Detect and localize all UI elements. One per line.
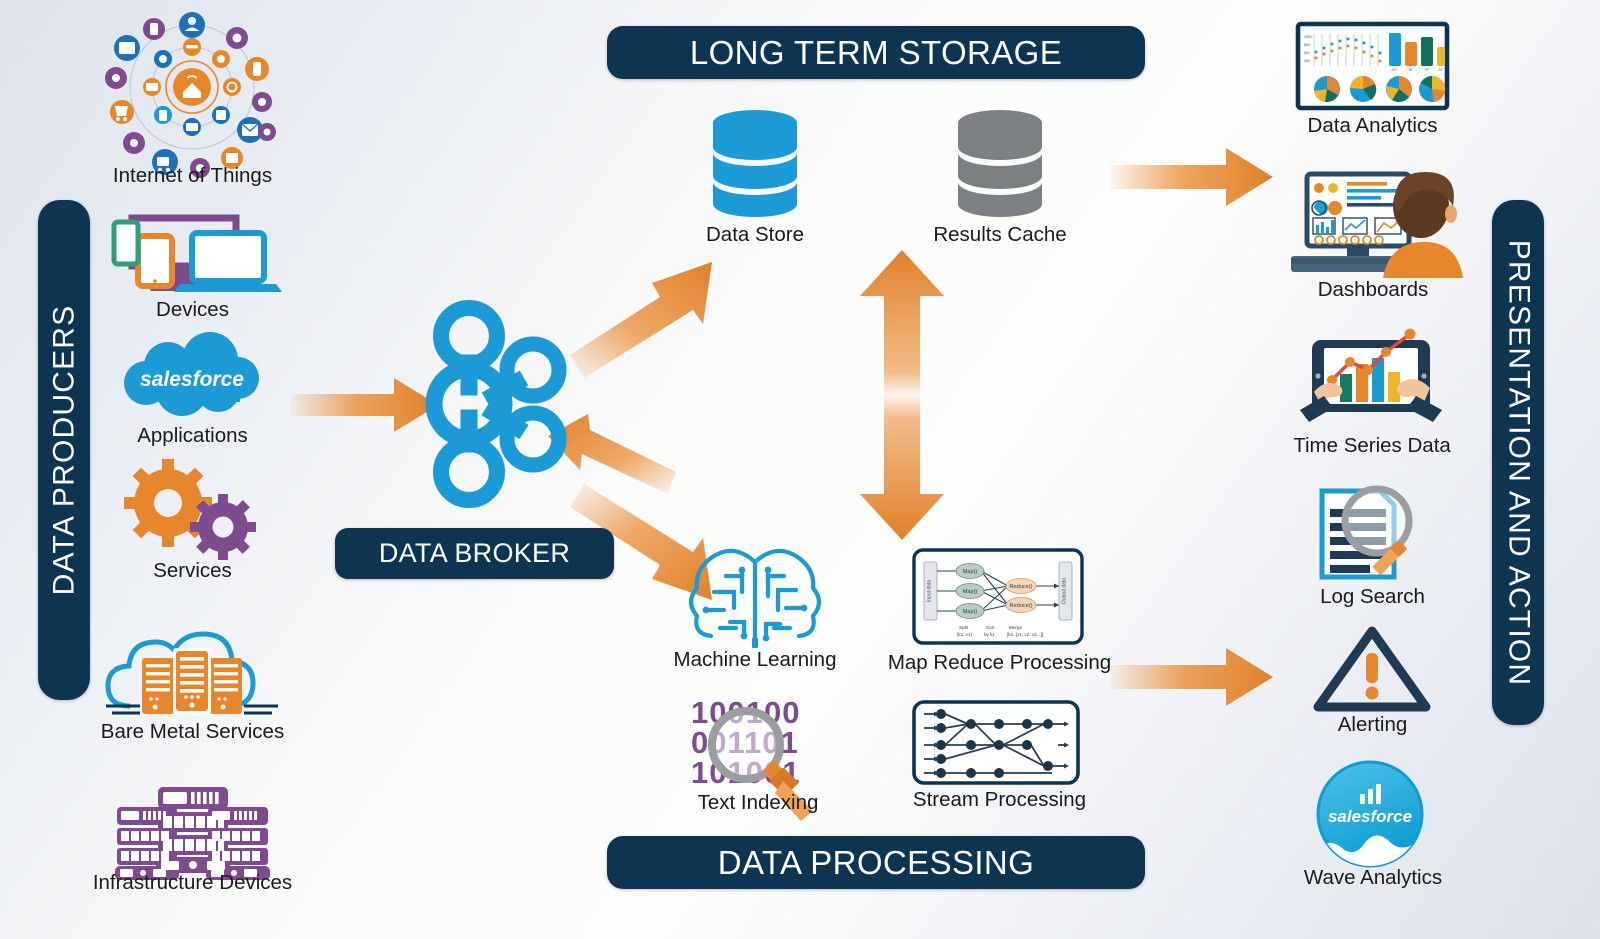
banner-data-processing: DATA PROCESSING — [607, 836, 1145, 889]
producer-infrastructure-devices-label: Infrastructure Devices — [92, 871, 293, 894]
presentation-wave-analytics: salesforce Wave Analytics — [1304, 760, 1442, 890]
presentation-log-search: Log Search — [1300, 485, 1445, 610]
diagram-canvas: DATA PRODUCERS PRESENTATION AND ACTION L… — [0, 0, 1600, 939]
producer-applications-label: Applications — [137, 424, 248, 447]
kafka-hub-icon — [425, 300, 567, 508]
presentation-log-search-label: Log Search — [1320, 585, 1425, 608]
producer-services-label: Services — [153, 559, 232, 582]
analytics-dashboard-icon: 1000 800 600 400 67° 36° 79° 24° — [1295, 21, 1450, 111]
arrow-storage-to-presentation — [1110, 148, 1273, 206]
presentation-data-analytics-label: Data Analytics — [1307, 114, 1438, 137]
presentation-time-series-data: Time Series Data — [1288, 328, 1456, 463]
band-presentation-and-action: PRESENTATION AND ACTION — [1492, 200, 1544, 725]
banner-data-processing-label: DATA PROCESSING — [717, 843, 1035, 881]
svg-text:79°: 79° — [1424, 68, 1430, 72]
processing-machine-learning-label: Machine Learning — [673, 648, 837, 671]
processing-machine-learning: Machine Learning — [674, 540, 836, 685]
presentation-dashboards: Dashboards — [1283, 170, 1463, 305]
map-reduce-stage-sort: Sort — [986, 625, 995, 630]
server-rack-icon — [115, 787, 270, 880]
data-broker-label: DATA BROKER — [378, 538, 571, 568]
map-reduce-output-label: Output data — [1062, 578, 1068, 604]
producer-services: Services — [110, 459, 275, 590]
map-reduce-diagram-icon: Input data Output data Map() Map() Map()… — [912, 548, 1084, 645]
svg-text:67°: 67° — [1392, 68, 1398, 72]
data-broker-node — [420, 300, 570, 508]
map-reduce-stage-split: Split — [959, 625, 969, 630]
arrow-processing-to-presentation — [1110, 648, 1273, 706]
presentation-dashboards-label: Dashboards — [1317, 278, 1429, 301]
producer-bare-metal-services-label: Bare Metal Services — [100, 720, 285, 743]
processing-map-reduce-label: Map Reduce Processing — [887, 651, 1112, 674]
presentation-alerting-label: Alerting — [1337, 713, 1408, 736]
producer-bare-metal-services: Bare Metal Services — [100, 620, 285, 750]
map-node-3-label: Map() — [963, 609, 978, 615]
band-presentation-and-action-label: PRESENTATION AND ACTION — [1502, 239, 1536, 686]
processing-map-reduce: Input data Output data Map() Map() Map()… — [888, 548, 1111, 688]
reduce-node-2-label: Reduce() — [1009, 603, 1032, 609]
salesforce-wordmark: salesforce — [1328, 807, 1412, 826]
producer-devices: Devices — [110, 210, 282, 325]
stream-dag-icon — [912, 700, 1080, 785]
binary-magnifier-icon: 100100 001101 101001 — [691, 695, 813, 821]
arrow-broker-to-storage — [570, 262, 712, 378]
presentation-time-series-data-label: Time Series Data — [1293, 434, 1451, 457]
band-data-producers: DATA PRODUCERS — [38, 200, 90, 700]
map-node-1-label: Map() — [963, 569, 978, 575]
gears-icon — [124, 459, 256, 560]
document-magnifier-icon — [1319, 485, 1413, 580]
producer-internet-of-things: Internet of Things — [105, 12, 276, 202]
banner-long-term-storage: LONG TERM STORAGE — [607, 26, 1145, 79]
map-reduce-sub-sort: by k1 — [984, 632, 995, 637]
salesforce-wordmark: salesforce — [140, 368, 244, 391]
storage-results-cache-label: Results Cache — [933, 223, 1067, 246]
producer-infrastructure-devices: Infrastructure Devices — [92, 785, 293, 905]
devices-icon — [111, 214, 282, 292]
warning-triangle-icon — [1313, 626, 1431, 712]
svg-text:600: 600 — [1304, 51, 1310, 55]
band-data-producers-label: DATA PRODUCERS — [47, 304, 81, 596]
svg-text:800: 800 — [1304, 43, 1310, 47]
circuit-brain-icon — [688, 548, 822, 648]
salesforce-wave-icon: salesforce — [1316, 760, 1424, 868]
storage-data-store: Data Store — [680, 105, 830, 250]
arrow-producers-to-broker — [290, 378, 438, 432]
svg-text:1000: 1000 — [1304, 35, 1312, 39]
storage-results-cache: Results Cache — [925, 105, 1075, 250]
map-reduce-stage-merge: Merge — [1009, 625, 1022, 630]
processing-stream-processing: Stream Processing — [912, 700, 1087, 830]
tablet-chart-hands-icon — [1300, 328, 1442, 422]
map-reduce-input-label: Input data — [927, 580, 933, 602]
arrow-storage-processing-bidirectional — [860, 250, 944, 540]
svg-text:24°: 24° — [1438, 68, 1444, 72]
reduce-node-1-label: Reduce() — [1009, 584, 1032, 590]
cloud-servers-icon — [105, 631, 278, 715]
producer-devices-label: Devices — [156, 298, 229, 321]
producer-applications: salesforce Applications — [110, 332, 275, 456]
person-at-monitor-icon — [1291, 171, 1463, 278]
producer-internet-of-things-label: Internet of Things — [112, 164, 273, 187]
map-reduce-sub-merge: [k1, [v1, v2, v3...]] — [1007, 632, 1043, 637]
database-cylinder-icon — [713, 110, 797, 217]
data-broker-label-pill: DATA BROKER — [335, 528, 614, 579]
map-reduce-sub-split: [k1, v1] — [957, 632, 972, 637]
database-cylinder-icon — [958, 110, 1042, 217]
processing-text-indexing-label: Text Indexing — [697, 791, 819, 814]
presentation-wave-analytics-label: Wave Analytics — [1303, 866, 1443, 889]
banner-long-term-storage-label: LONG TERM STORAGE — [689, 33, 1063, 71]
processing-stream-processing-label: Stream Processing — [912, 788, 1087, 811]
map-node-2-label: Map() — [963, 589, 978, 595]
presentation-alerting: Alerting — [1310, 625, 1435, 745]
salesforce-cloud-icon: salesforce — [124, 332, 259, 416]
processing-text-indexing: 100100 001101 101001 Text Indexing — [683, 695, 833, 825]
iot-network-icon — [105, 12, 276, 178]
svg-text:400: 400 — [1304, 59, 1310, 63]
presentation-data-analytics: 1000 800 600 400 67° 36° 79° 24° Data An… — [1290, 21, 1455, 142]
storage-data-store-label: Data Store — [706, 223, 804, 246]
svg-text:36°: 36° — [1408, 68, 1414, 72]
